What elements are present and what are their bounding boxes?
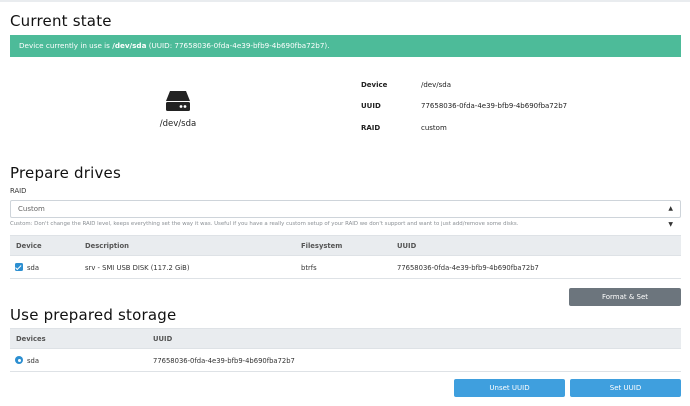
row-device: sda [27,357,40,365]
uuid-value: 77658036-0fda-4e39-bfb9-4b690fba72b7 [421,102,568,110]
format-set-button[interactable]: Format & Set [569,288,681,306]
current-device-alert: Device currently in use is /dev/sda (UUI… [10,35,681,57]
use-table-header: Devices UUID [10,328,681,349]
raid-value: custom [421,124,447,132]
row-uuid: 77658036-0fda-4e39-bfb9-4b690fba72b7 [153,357,295,365]
radio-selected-icon[interactable] [15,356,23,364]
col-filesystem: Filesystem [301,242,343,250]
raid-help-text: Custom: Don't change the RAID level, kee… [10,221,519,227]
col-uuid: UUID [153,335,173,343]
prepare-table-header: Device Description Filesystem UUID [10,235,681,256]
col-uuid: UUID [397,242,417,250]
alert-device: /dev/sda [112,41,147,50]
row-filesystem: btrfs [301,264,317,272]
alert-suffix: (UUID: 77658036-0fda-4e39-bfb9-4b690fba7… [146,41,330,50]
raid-select-value: Custom [18,205,45,213]
table-row[interactable]: sda srv - SMI USB DISK (117.2 GiB) btrfs… [10,257,681,279]
select-caret-icon: ▲ ▼ [668,205,673,228]
row-uuid: 77658036-0fda-4e39-bfb9-4b690fba72b7 [397,264,539,272]
top-border [0,0,690,2]
col-devices: Devices [16,335,46,343]
raid-key: RAID [361,124,381,132]
col-description: Description [85,242,129,250]
use-storage-heading: Use prepared storage [10,306,177,324]
alert-prefix: Device currently in use is [19,41,113,50]
row-description: srv - SMI USB DISK (117.2 GiB) [85,264,190,272]
col-device: Device [16,242,42,250]
current-state-heading: Current state [10,12,112,30]
raid-select[interactable]: Custom ▲ ▼ [10,200,681,228]
device-value: /dev/sda [421,81,451,89]
prepare-drives-heading: Prepare drives [10,164,121,182]
checkbox-checked-icon[interactable] [15,263,23,271]
row-device: sda [27,264,40,272]
unset-uuid-button[interactable]: Unset UUID [454,379,565,397]
drive-label: /dev/sda [159,119,197,129]
hard-drive-icon [166,91,190,111]
table-row[interactable]: sda 77658036-0fda-4e39-bfb9-4b690fba72b7 [10,350,681,372]
raid-label: RAID [10,187,27,195]
uuid-key: UUID [361,102,381,110]
set-uuid-button[interactable]: Set UUID [570,379,681,397]
device-key: Device [361,81,388,89]
